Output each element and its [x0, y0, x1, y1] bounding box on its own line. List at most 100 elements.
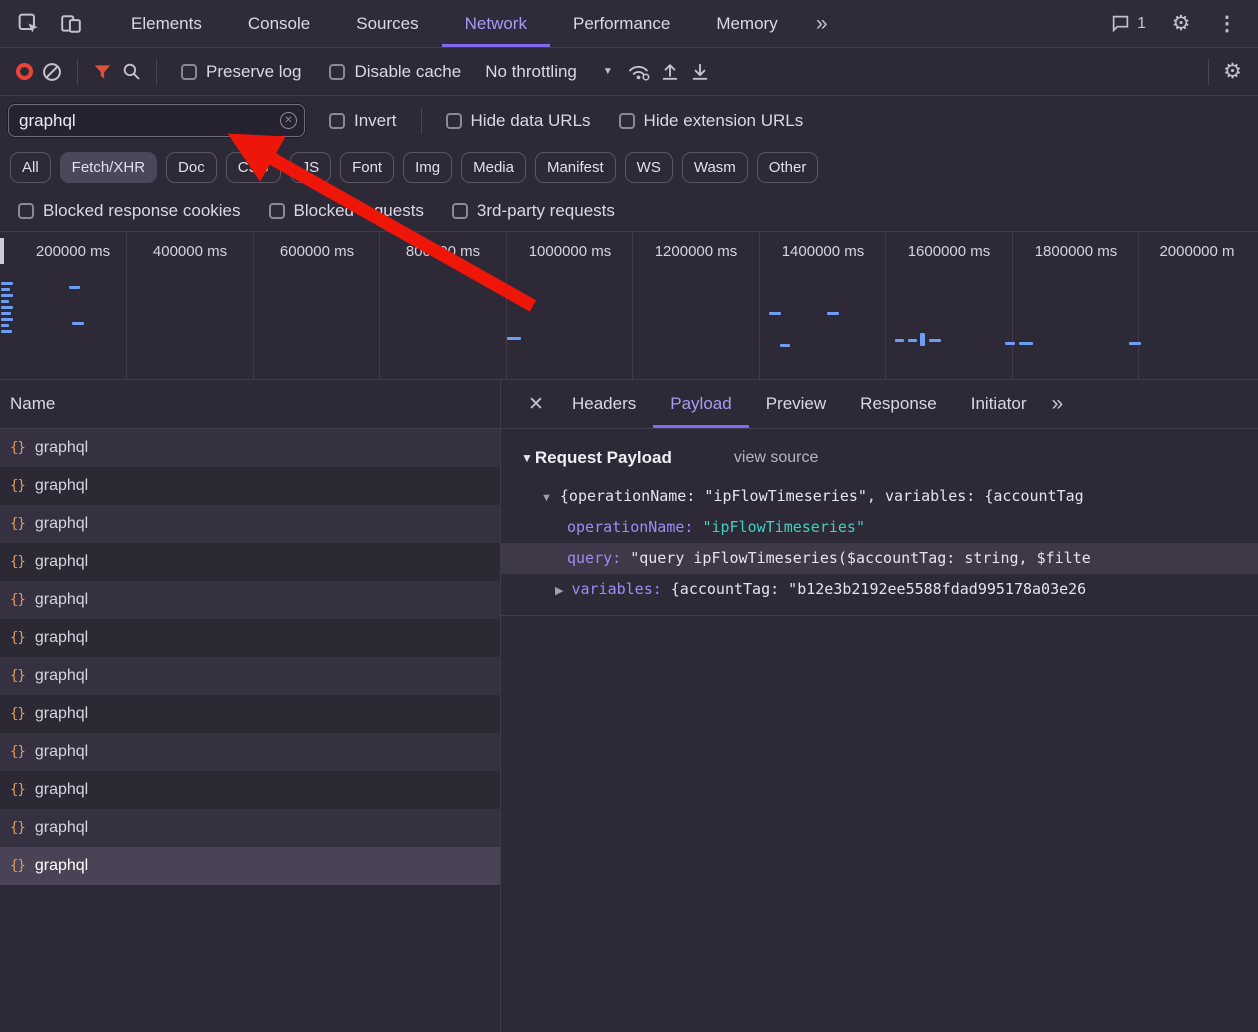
inspect-element-button[interactable]	[8, 0, 50, 47]
waterfall-mark	[1, 330, 12, 333]
resource-type-chip[interactable]: Doc	[166, 152, 217, 183]
chevron-double-right-icon: »	[1051, 392, 1063, 416]
hide-extension-urls-checkbox[interactable]: Hide extension URLs	[619, 111, 804, 131]
resource-type-chip[interactable]: Fetch/XHR	[60, 152, 157, 183]
resource-type-chip[interactable]: Wasm	[682, 152, 748, 183]
request-details-panel: ✕ HeadersPayloadPreviewResponseInitiator…	[501, 380, 1258, 1032]
resource-type-chip[interactable]: Media	[461, 152, 526, 183]
fetch-xhr-icon: {}	[10, 820, 25, 836]
payload-variables-line[interactable]: ▶variables:{accountTag: "b12e3b2192ee558…	[501, 574, 1258, 605]
request-row[interactable]: {} graphql	[0, 733, 500, 771]
issues-count: 1	[1137, 15, 1146, 33]
request-row[interactable]: {} graphql	[0, 505, 500, 543]
request-row[interactable]: {} graphql	[0, 695, 500, 733]
waterfall-mark	[908, 339, 917, 342]
request-row[interactable]: {} graphql	[0, 771, 500, 809]
close-details-button[interactable]: ✕	[517, 380, 555, 428]
request-name: graphql	[35, 515, 88, 533]
disable-cache-checkbox[interactable]: Disable cache	[329, 62, 461, 82]
request-name: graphql	[35, 439, 88, 457]
payload-operationname-line[interactable]: operationName:"ipFlowTimeseries"	[501, 512, 1258, 543]
invert-checkbox[interactable]: Invert	[329, 111, 397, 131]
disable-cache-label: Disable cache	[354, 62, 461, 82]
name-column-header[interactable]: Name	[0, 380, 500, 429]
export-har-button[interactable]	[655, 57, 685, 86]
extra-filter-checkbox[interactable]: Blocked response cookies	[18, 201, 241, 221]
waterfall-mark	[1, 294, 13, 297]
device-toolbar-button[interactable]	[50, 0, 92, 47]
request-name: graphql	[35, 743, 88, 761]
request-row[interactable]: {} graphql	[0, 543, 500, 581]
more-details-tabs-button[interactable]: »	[1043, 380, 1071, 428]
payload-root-line[interactable]: ▼{operationName: "ipFlowTimeseries", var…	[501, 481, 1258, 512]
more-tabs-button[interactable]: »	[801, 0, 843, 47]
details-tab[interactable]: Preview	[749, 380, 843, 428]
hide-data-urls-checkbox[interactable]: Hide data URLs	[446, 111, 591, 131]
tabbar-right-controls: 1 ⚙ ⋮	[1101, 0, 1258, 47]
resource-type-chip[interactable]: All	[10, 152, 51, 183]
request-payload-section[interactable]: ▼ Request Payload view source	[501, 443, 1258, 473]
extra-filters-row: Blocked response cookies Blocked request…	[0, 190, 1258, 232]
details-tab[interactable]: Response	[843, 380, 954, 428]
preserve-log-checkbox[interactable]: Preserve log	[181, 62, 301, 82]
details-tabbar: ✕ HeadersPayloadPreviewResponseInitiator…	[501, 380, 1258, 429]
resource-type-chip[interactable]: CSS	[226, 152, 281, 183]
network-conditions-button[interactable]	[623, 57, 655, 86]
clear-network-log-button[interactable]	[37, 57, 67, 87]
payload-tree: ▼{operationName: "ipFlowTimeseries", var…	[501, 481, 1258, 616]
gear-icon: ⚙	[1172, 11, 1191, 36]
waterfall-mark	[920, 333, 925, 346]
toolbar-divider	[1208, 59, 1209, 85]
payload-query-line[interactable]: query:"query ipFlowTimeseries($accountTa…	[501, 543, 1258, 574]
devtools-tab[interactable]: Performance	[550, 0, 693, 47]
main-menu-button[interactable]: ⋮	[1206, 7, 1248, 40]
request-row[interactable]: {} graphql	[0, 429, 500, 467]
resource-type-chip[interactable]: Img	[403, 152, 452, 183]
devtools-tab[interactable]: Memory	[693, 0, 800, 47]
devtools-tab[interactable]: Console	[225, 0, 333, 47]
resource-type-chip[interactable]: Manifest	[535, 152, 616, 183]
request-row[interactable]: {} graphql	[0, 581, 500, 619]
filter-input[interactable]	[8, 104, 305, 137]
import-har-button[interactable]	[685, 57, 715, 86]
view-source-link[interactable]: view source	[734, 449, 818, 467]
timeline-request-marks	[0, 232, 1258, 379]
record-network-log-button[interactable]	[12, 59, 37, 84]
extra-filter-label: Blocked response cookies	[43, 201, 241, 221]
block-icon	[41, 61, 63, 83]
request-row[interactable]: {} graphql	[0, 619, 500, 657]
request-row[interactable]: {} graphql	[0, 467, 500, 505]
settings-button[interactable]: ⚙	[1160, 7, 1202, 40]
devtools-tab[interactable]: Network	[442, 0, 550, 47]
issues-counter[interactable]: 1	[1101, 11, 1156, 37]
network-settings-button[interactable]: ⚙	[1219, 55, 1246, 88]
funnel-icon	[92, 62, 113, 82]
resource-type-chip[interactable]: WS	[625, 152, 673, 183]
request-row[interactable]: {} graphql	[0, 847, 500, 885]
waterfall-mark	[1, 312, 11, 315]
download-icon	[689, 61, 711, 82]
resource-type-chip[interactable]: Other	[757, 152, 819, 183]
details-tab[interactable]: Headers	[555, 380, 653, 428]
waterfall-mark	[1, 318, 13, 321]
triangle-down-icon: ▼	[521, 451, 533, 465]
devtools-tab[interactable]: Sources	[333, 0, 441, 47]
payload-value: {accountTag: "b12e3b2192ee5588fdad995178…	[671, 580, 1086, 598]
clear-filter-button[interactable]: ✕	[280, 112, 297, 129]
throttling-select[interactable]: No throttling ▼	[485, 62, 613, 82]
resource-type-chip[interactable]: Font	[340, 152, 394, 183]
request-row[interactable]: {} graphql	[0, 657, 500, 695]
search-button[interactable]	[117, 57, 146, 86]
resource-type-chip[interactable]: JS	[290, 152, 332, 183]
details-tab[interactable]: Payload	[653, 380, 748, 428]
filter-button[interactable]	[88, 58, 117, 86]
waterfall-mark	[1005, 342, 1015, 345]
details-tab[interactable]: Initiator	[954, 380, 1044, 428]
request-rows: {} graphql {} graphql {} graphql {} grap…	[0, 429, 500, 885]
extra-filter-checkbox[interactable]: 3rd-party requests	[452, 201, 615, 221]
request-row[interactable]: {} graphql	[0, 809, 500, 847]
network-overview-timeline[interactable]: 200000 ms400000 ms600000 ms800000 ms1000…	[0, 232, 1258, 380]
extra-filter-checkbox[interactable]: Blocked requests	[269, 201, 424, 221]
devtools-tab[interactable]: Elements	[108, 0, 225, 47]
payload-section-title: Request Payload	[535, 448, 672, 468]
